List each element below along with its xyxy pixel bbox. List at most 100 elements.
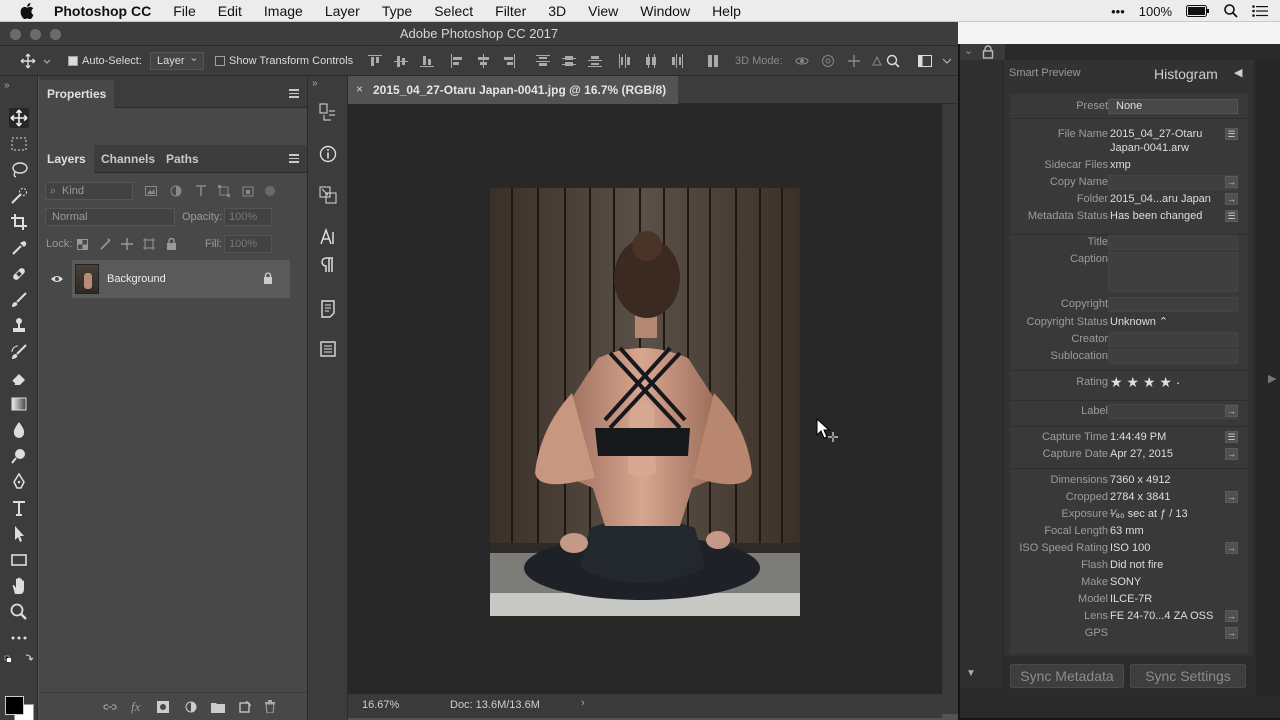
label-action-icon[interactable]: → [1225,405,1238,417]
distribute-bottom-icon[interactable] [588,54,602,68]
properties-panel-icon[interactable] [319,340,337,358]
link-layers-icon[interactable] [103,701,117,713]
swap-colors-icon[interactable] [4,652,34,666]
collapse-arrows-icon[interactable]: » [4,80,10,91]
align-horizontal-centers-icon[interactable] [476,54,490,68]
distribute-vertical-centers-icon[interactable] [562,54,576,68]
pen-tool-icon[interactable] [9,472,29,492]
apple-icon[interactable] [20,2,40,19]
filter-pixel-icon[interactable] [145,185,157,197]
filter-smart-object-icon[interactable] [242,185,254,197]
path-selection-tool-icon[interactable] [9,524,29,544]
type-tool-icon[interactable] [9,498,29,518]
orbit-3d-camera-icon[interactable] [795,54,809,68]
auto-select-checkbox[interactable]: Auto-Select: [68,46,142,76]
auto-align-layers-icon[interactable] [706,54,720,68]
minimize-window-button[interactable] [30,29,41,40]
layers-menu-icon[interactable] [289,154,299,163]
caption-input[interactable] [1108,252,1238,292]
distribute-top-icon[interactable] [536,54,550,68]
opacity-field[interactable]: 100% [224,208,272,226]
menu-edit[interactable]: Edit [218,3,242,19]
eyedropper-tool-icon[interactable] [9,238,29,258]
more-tools-icon[interactable] [9,628,29,648]
align-top-edges-icon[interactable] [368,54,382,68]
fill-field[interactable]: 100% [224,235,272,253]
move-tool-preset-picker[interactable] [20,46,50,76]
visibility-eye-icon[interactable] [50,274,64,284]
quick-selection-tool-icon[interactable] [9,186,29,206]
dodge-tool-icon[interactable] [9,446,29,466]
menu-file[interactable]: File [173,3,196,19]
copyright-input[interactable] [1108,297,1238,312]
align-vertical-centers-icon[interactable] [394,54,408,68]
history-panel-icon[interactable] [319,103,337,121]
rating-value[interactable]: ★ ★ ★ ★ · [1110,374,1180,391]
filter-kind-dropdown[interactable]: ⌕ Kind [45,182,133,200]
tab-paths[interactable]: Paths [158,145,207,173]
lock-icon[interactable] [982,45,994,59]
align-right-edges-icon[interactable] [502,54,516,68]
notes-panel-icon[interactable] [319,300,337,318]
hand-tool-icon[interactable] [9,576,29,596]
auto-select-dropdown[interactable]: Layer [150,50,204,70]
close-tab-icon[interactable]: × [356,82,363,96]
clone-stamp-tool-icon[interactable] [9,316,29,336]
filter-shape-icon[interactable] [218,185,230,197]
pan-3d-camera-icon[interactable] [847,54,861,68]
gradient-tool-icon[interactable] [9,394,29,414]
layer-row-background[interactable]: Background [51,260,290,298]
tab-layers[interactable]: Layers [39,145,94,173]
menu-app-name[interactable]: Photoshop CC [54,3,151,19]
blur-tool-icon[interactable] [9,420,29,440]
expand-panels-arrows-icon[interactable]: » [312,78,318,89]
cropped-action-icon[interactable]: → [1225,491,1238,503]
properties-menu-icon[interactable] [289,89,299,98]
foreground-color-swatch[interactable] [5,696,24,715]
lens-action-icon[interactable]: → [1225,610,1238,622]
copy-name-input[interactable] [1108,175,1238,190]
metadata-status-action-icon[interactable]: ☰ [1225,210,1238,222]
copy-name-action-icon[interactable]: → [1225,176,1238,188]
histogram-panel-title[interactable]: Histogram [1154,66,1218,82]
rectangle-tool-icon[interactable] [9,550,29,570]
zoom-level-field[interactable]: 16.67% [362,699,399,711]
blend-mode-dropdown[interactable]: Normal [45,208,175,226]
sync-settings-button[interactable]: Sync Settings [1130,664,1246,688]
menu-filter[interactable]: Filter [495,3,526,19]
filter-toggle-icon[interactable] [265,186,275,196]
sublocation-input[interactable] [1108,349,1238,364]
lasso-tool-icon[interactable] [9,160,29,180]
lock-all-icon[interactable] [166,237,177,250]
menu-window[interactable]: Window [640,3,690,19]
more-menu-extras[interactable]: ••• [1111,4,1125,19]
menu-view[interactable]: View [588,3,618,19]
history-brush-tool-icon[interactable] [9,342,29,362]
copyright-status-value[interactable]: Unknown ⌃ [1110,314,1168,331]
distribute-left-icon[interactable] [618,54,632,68]
new-layer-icon[interactable] [239,701,251,713]
document-image[interactable] [490,188,800,616]
creator-input[interactable] [1108,332,1238,347]
paragraph-panel-icon[interactable] [319,256,337,274]
character-panel-icon[interactable] [319,228,337,246]
lock-transparent-pixels-icon[interactable] [77,239,88,250]
chevron-down-icon[interactable] [940,54,954,68]
expand-right-panel-icon[interactable]: ▶ [1268,372,1276,385]
menu-layer[interactable]: Layer [325,3,360,19]
eraser-tool-icon[interactable] [9,368,29,388]
healing-brush-tool-icon[interactable] [9,264,29,284]
lr-left-panel-menu-icon[interactable]: ▼ [966,668,976,679]
align-bottom-edges-icon[interactable] [420,54,434,68]
slide-3d-camera-icon[interactable] [870,54,884,68]
battery-icon[interactable] [1186,5,1210,17]
distribute-horizontal-centers-icon[interactable] [644,54,658,68]
iso-speed-rating-action-icon[interactable]: → [1225,542,1238,554]
marquee-tool-icon[interactable] [9,134,29,154]
delete-layer-trash-icon[interactable] [264,700,276,713]
folder-action-icon[interactable]: → [1225,193,1238,205]
filter-adjustment-icon[interactable] [170,185,182,197]
search-icon[interactable] [1224,4,1238,18]
menu-select[interactable]: Select [434,3,473,19]
info-panel-icon[interactable] [319,145,337,163]
